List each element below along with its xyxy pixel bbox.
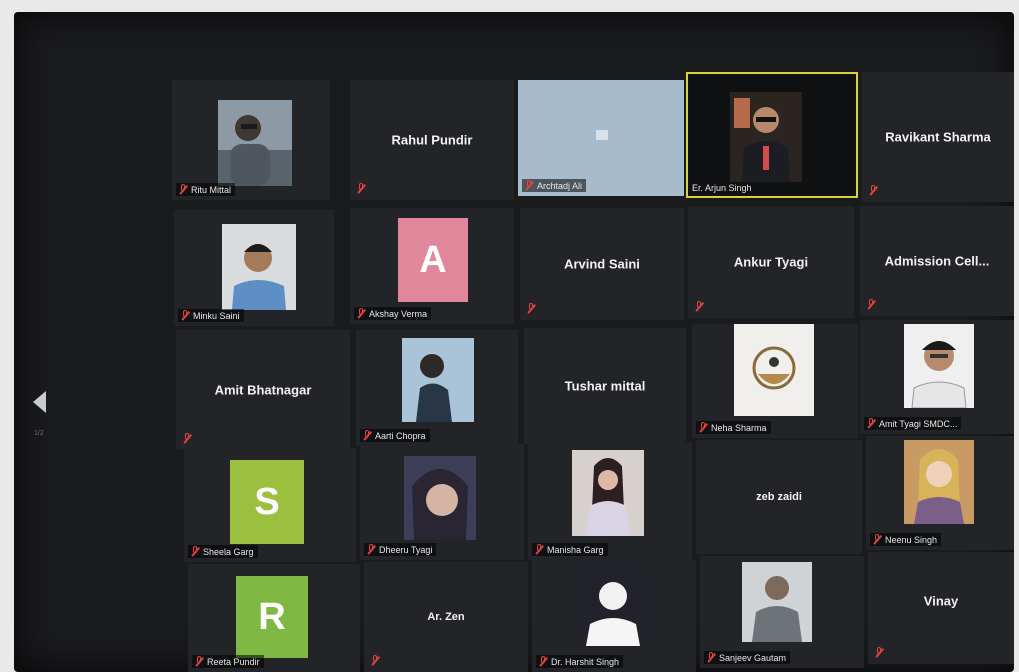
participant-tile-harshit-singh[interactable]: Dr. Harshit Singh	[532, 560, 696, 672]
name-label: Akshay Verma	[354, 307, 432, 320]
participant-tile-ravikant-sharma[interactable]: Ravikant Sharma	[862, 72, 1014, 202]
participant-tile-reeta-pundir[interactable]: R Reeta Pundir	[188, 564, 360, 672]
mic-muted-icon	[534, 544, 544, 555]
participant-tile-ritu-mittal[interactable]: Ritu Mittal	[172, 80, 330, 200]
chevron-left-icon	[32, 391, 46, 413]
mic-muted-icon	[866, 299, 876, 310]
avatar-initial: A	[398, 218, 468, 302]
mic-muted-icon	[526, 303, 536, 314]
mic-muted-icon	[180, 310, 190, 321]
participant-name: Arvind Saini	[564, 256, 640, 272]
participant-name: Admission Cell...	[884, 253, 990, 269]
name-label: Sanjeev Gautam	[704, 651, 791, 664]
participant-name: Ankur Tyagi	[733, 254, 809, 270]
participant-tile-amit-tyagi[interactable]: Amit Tyagi SMDC...	[860, 320, 1014, 434]
participant-tile-zeb-zaidi[interactable]: zeb zaidi	[696, 440, 862, 554]
participant-tile-minku-saini[interactable]: Minku Saini	[174, 210, 334, 326]
mic-muted-icon	[868, 185, 878, 196]
participant-tile-rahul-pundir[interactable]: Rahul Pundir	[350, 80, 514, 200]
name-label: Reeta Pundir	[192, 655, 264, 668]
participant-name: Vinay	[923, 593, 959, 609]
participant-photo	[742, 562, 812, 642]
participant-tile-ar-zen[interactable]: Ar. Zen	[364, 562, 528, 672]
page-indicator: 1/2	[34, 430, 44, 437]
participant-name: Rahul Pundir	[391, 132, 473, 148]
participant-name: Ravikant Sharma	[885, 129, 991, 145]
participant-tile-arjun-singh-active-speaker[interactable]: Er. Arjun Singh	[686, 72, 858, 198]
mic-muted-icon	[356, 308, 366, 319]
participant-tile-aarti-chopra[interactable]: Aarti Chopra	[356, 330, 518, 446]
mic-muted-icon	[356, 183, 366, 194]
mic-muted-icon	[866, 418, 876, 429]
name-label: Neha Sharma	[696, 421, 771, 434]
avatar-initial: S	[230, 460, 304, 544]
mic-muted-icon	[872, 534, 882, 545]
participant-name: Amit Bhatnagar	[214, 382, 312, 398]
name-label: Archtadj Ali	[522, 179, 587, 192]
mic-muted-icon	[874, 647, 884, 658]
participant-tile-dheeru-tyagi[interactable]: Dheeru Tyagi	[360, 444, 524, 560]
participant-tile-arvind-saini[interactable]: Arvind Saini	[520, 208, 684, 320]
participant-tile-akshay-verma[interactable]: A Akshay Verma	[350, 208, 514, 324]
participant-tile-sanjeev-gautam[interactable]: Sanjeev Gautam	[700, 556, 864, 668]
participant-name: Tushar mittal	[564, 378, 646, 394]
mic-muted-icon	[178, 184, 188, 195]
participant-tile-sheela-garg[interactable]: S Sheela Garg	[184, 448, 356, 562]
participant-name: Ar. Zen	[427, 611, 465, 623]
participant-name: zeb zaidi	[756, 491, 802, 503]
participant-photo	[402, 338, 474, 422]
mic-muted-icon	[524, 180, 534, 191]
name-label: Neenu Singh	[870, 533, 942, 546]
participant-photo	[218, 100, 292, 186]
video-gallery-screen: 1/2 Ritu Mittal Rahul Pundir Archtadj Al…	[14, 12, 1014, 672]
name-label: Er. Arjun Singh	[692, 183, 752, 193]
participant-tile-neenu-singh[interactable]: Neenu Singh	[866, 436, 1014, 550]
name-label: Dheeru Tyagi	[364, 543, 437, 556]
name-label: Sheela Garg	[188, 545, 258, 558]
mic-muted-icon	[190, 546, 200, 557]
mic-muted-icon	[538, 656, 548, 667]
participant-tile-admission-cell[interactable]: Admission Cell...	[860, 206, 1014, 316]
participant-tile-amit-bhatnagar[interactable]: Amit Bhatnagar	[176, 330, 350, 450]
participant-photo	[578, 566, 648, 646]
participant-photo	[730, 92, 802, 182]
participant-photo	[572, 450, 644, 536]
mic-muted-icon	[370, 655, 380, 666]
mic-muted-icon	[366, 544, 376, 555]
name-label: Amit Tyagi SMDC...	[864, 417, 962, 430]
participant-photo	[904, 440, 974, 524]
avatar-initial: R	[236, 576, 308, 658]
participant-photo	[404, 456, 476, 540]
previous-page-button[interactable]	[26, 380, 52, 424]
mic-muted-icon	[194, 656, 204, 667]
mic-muted-icon	[698, 422, 708, 433]
participant-tile-tushar-mittal[interactable]: Tushar mittal	[524, 328, 686, 444]
name-label: Manisha Garg	[532, 543, 608, 556]
mic-muted-icon	[694, 301, 704, 312]
name-label: Aarti Chopra	[360, 429, 430, 442]
name-label: Minku Saini	[178, 309, 244, 322]
name-label: Ritu Mittal	[176, 183, 236, 196]
mic-muted-icon	[706, 652, 716, 663]
participant-photo	[904, 324, 974, 408]
participant-tile-vinay[interactable]: Vinay	[868, 552, 1014, 664]
participant-photo	[222, 224, 296, 310]
participant-logo-image	[734, 324, 814, 416]
mic-muted-icon	[182, 433, 192, 444]
participant-tile-manisha-garg[interactable]: Manisha Garg	[528, 442, 692, 560]
name-label: Dr. Harshit Singh	[536, 655, 624, 668]
participant-tile-archtadj-ali[interactable]: Archtadj Ali	[518, 80, 684, 196]
participant-tile-ankur-tyagi[interactable]: Ankur Tyagi	[688, 206, 854, 318]
participant-tile-neha-sharma[interactable]: Neha Sharma	[692, 324, 858, 438]
mic-muted-icon	[362, 430, 372, 441]
